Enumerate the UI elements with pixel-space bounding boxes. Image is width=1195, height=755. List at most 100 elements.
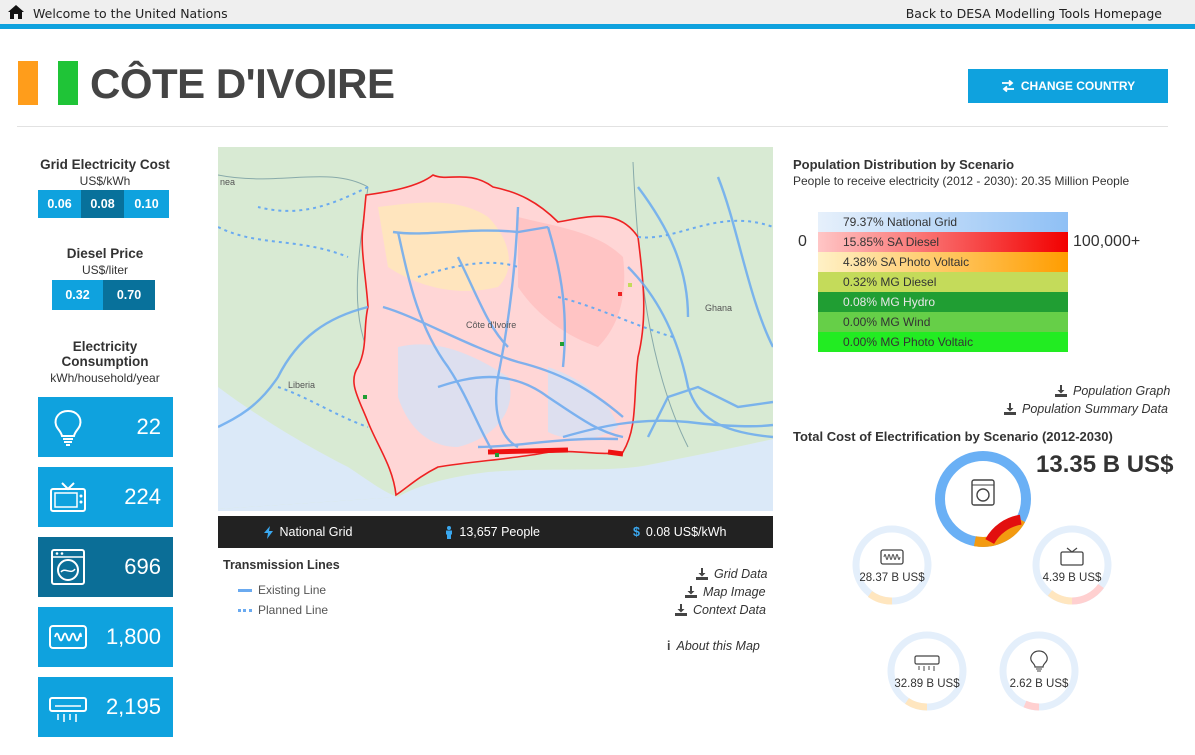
change-country-button[interactable]: CHANGE COUNTRY bbox=[968, 69, 1168, 103]
consumption-title-line1: Electricity bbox=[72, 339, 138, 354]
diesel-option-selected[interactable]: 0.70 bbox=[103, 280, 155, 310]
lightbulb-icon bbox=[54, 409, 82, 446]
legend-planned-line: Planned Line bbox=[238, 603, 328, 617]
existing-line-label: Existing Line bbox=[258, 583, 327, 597]
diesel-option[interactable]: 0.32 bbox=[52, 280, 103, 310]
map-image-download[interactable]: Map Image bbox=[685, 585, 766, 599]
about-map-label: About this Map bbox=[676, 639, 760, 653]
grid-cost-option[interactable]: 0.10 bbox=[124, 190, 169, 218]
change-country-label: CHANGE COUNTRY bbox=[1020, 79, 1136, 93]
population-graph-download[interactable]: Population Graph bbox=[1055, 384, 1170, 398]
map-info-cost: $ 0.08 US$/kWh bbox=[633, 525, 727, 539]
population-title: Population Distribution by Scenario bbox=[793, 157, 1015, 172]
about-map-link[interactable]: i About this Map bbox=[667, 639, 760, 653]
info-icon: i bbox=[667, 639, 671, 653]
context-data-label: Context Data bbox=[693, 603, 766, 617]
top-bar: Welcome to the United Nations Back to DE… bbox=[0, 0, 1195, 29]
flag-green-stripe bbox=[58, 61, 78, 105]
consumption-title-line2: Consumption bbox=[61, 354, 149, 369]
scenario-legend-row: 0.32% MG Diesel bbox=[818, 272, 1068, 292]
planned-line-swatch bbox=[238, 608, 252, 612]
grid-cost-heading: Grid Electricity Cost US$/kWh bbox=[30, 157, 180, 188]
context-data-download[interactable]: Context Data bbox=[675, 603, 766, 617]
consumption-heading: Electricity Consumption kWh/household/ye… bbox=[30, 339, 180, 385]
map-label-liberia: Liberia bbox=[288, 380, 316, 390]
consumption-unit: kWh/household/year bbox=[50, 371, 160, 385]
download-icon bbox=[1055, 385, 1067, 397]
welcome-link[interactable]: Welcome to the United Nations bbox=[33, 6, 228, 21]
flag-orange-stripe bbox=[18, 61, 38, 105]
transmission-title: Transmission Lines bbox=[223, 558, 340, 572]
washing-machine-icon bbox=[51, 549, 85, 585]
scenario-legend-row: 0.08% MG Hydro bbox=[818, 292, 1068, 312]
scenario-legend-row: 0.00% MG Photo Voltaic bbox=[818, 332, 1068, 352]
population-subtitle: People to receive electricity (2012 - 20… bbox=[793, 174, 1130, 188]
consumption-tile-lightbulb[interactable]: 22 bbox=[38, 397, 173, 457]
grid-cost-selector: 0.06 0.08 0.10 bbox=[38, 190, 169, 218]
grid-cost-option-selected[interactable]: 0.08 bbox=[81, 190, 124, 218]
map-info-grid-label: National Grid bbox=[279, 525, 353, 539]
consumption-value: 22 bbox=[136, 414, 161, 439]
heater-cost-value: 28.37 B US$ bbox=[859, 572, 925, 584]
dollar-icon: $ bbox=[632, 525, 640, 539]
tv-icon bbox=[1060, 547, 1084, 566]
scenario-legend-row: 0.00% MG Wind bbox=[818, 312, 1068, 332]
map-label-ghana: Ghana bbox=[705, 303, 733, 313]
consumption-tile-washing-machine-selected[interactable]: 696 bbox=[38, 537, 173, 597]
heater-cost-donut[interactable] bbox=[852, 525, 932, 605]
main-cost-donut[interactable] bbox=[935, 451, 1031, 547]
diesel-title: Diesel Price bbox=[66, 246, 144, 261]
tv-cost-donut[interactable] bbox=[1032, 525, 1112, 605]
diesel-heading: Diesel Price US$/liter bbox=[30, 246, 180, 277]
grid-cost-unit: US$/kWh bbox=[79, 174, 131, 188]
planned-line-label: Planned Line bbox=[258, 603, 329, 617]
map-image-label: Map Image bbox=[703, 585, 766, 599]
download-icon bbox=[675, 604, 687, 616]
lightbulb-cost-donut[interactable] bbox=[999, 631, 1079, 711]
air-conditioner-cost-value: 32.89 B US$ bbox=[894, 678, 960, 690]
lightbulb-icon bbox=[1030, 650, 1048, 672]
population-summary-label: Population Summary Data bbox=[1022, 402, 1168, 416]
cost-donuts bbox=[852, 451, 1112, 711]
consumption-tile-tv[interactable]: 224 bbox=[38, 467, 173, 527]
consumption-value: 2,195 bbox=[105, 694, 161, 719]
washing-machine-icon bbox=[971, 479, 995, 506]
heater-icon bbox=[880, 549, 904, 565]
consumption-tile-heater[interactable]: 1,800 bbox=[38, 607, 173, 667]
existing-line-swatch bbox=[238, 588, 252, 592]
scenario-legend-row: 4.38% SA Photo Voltaic bbox=[818, 252, 1068, 272]
grid-data-download[interactable]: Grid Data bbox=[696, 567, 768, 581]
map-label-country: Côte d'Ivoire bbox=[466, 320, 517, 330]
tv-icon bbox=[50, 482, 86, 512]
country-map[interactable]: nea Liberia Ghana Côte d'Ivoire bbox=[218, 147, 773, 511]
consumption-tile-air-conditioner[interactable]: 2,195 bbox=[38, 677, 173, 737]
map-info-grid: National Grid bbox=[264, 525, 352, 539]
diesel-unit: US$/liter bbox=[81, 263, 128, 277]
air-conditioner-icon bbox=[914, 655, 940, 671]
consumption-value: 696 bbox=[124, 554, 161, 579]
swap-icon bbox=[1001, 80, 1014, 92]
grid-cost-title: Grid Electricity Cost bbox=[40, 157, 170, 172]
heater-icon bbox=[49, 625, 87, 649]
grid-cost-option[interactable]: 0.06 bbox=[38, 190, 81, 218]
legend-max-label: 100,000+ bbox=[1073, 233, 1141, 250]
consumption-value: 1,800 bbox=[105, 624, 161, 649]
scenario-legend-row: 79.37% National Grid bbox=[818, 212, 1068, 232]
air-conditioner-icon bbox=[49, 697, 87, 722]
diesel-selector: 0.32 0.70 bbox=[52, 280, 155, 310]
back-link[interactable]: Back to DESA Modelling Tools Homepage bbox=[906, 6, 1162, 21]
lightning-icon bbox=[264, 525, 274, 539]
lightbulb-cost-value: 2.62 B US$ bbox=[1009, 678, 1069, 690]
header-divider bbox=[17, 126, 1168, 127]
home-icon[interactable] bbox=[8, 5, 24, 19]
tv-cost-value: 4.39 B US$ bbox=[1042, 572, 1102, 584]
legend-existing-line: Existing Line bbox=[238, 583, 326, 597]
air-conditioner-cost-donut[interactable] bbox=[887, 631, 967, 711]
map-info-people: 13,657 People bbox=[445, 525, 540, 539]
legend-min-label: 0 bbox=[798, 233, 807, 250]
map-info-bar: National Grid 13,657 People $ 0.08 US$/k… bbox=[218, 516, 773, 548]
scenario-legend-row: 15.85% SA Diesel bbox=[818, 232, 1068, 252]
population-summary-download[interactable]: Population Summary Data bbox=[1004, 402, 1168, 416]
page-title: CÔTE D'IVOIRE bbox=[90, 60, 395, 107]
consumption-value: 224 bbox=[124, 484, 161, 509]
